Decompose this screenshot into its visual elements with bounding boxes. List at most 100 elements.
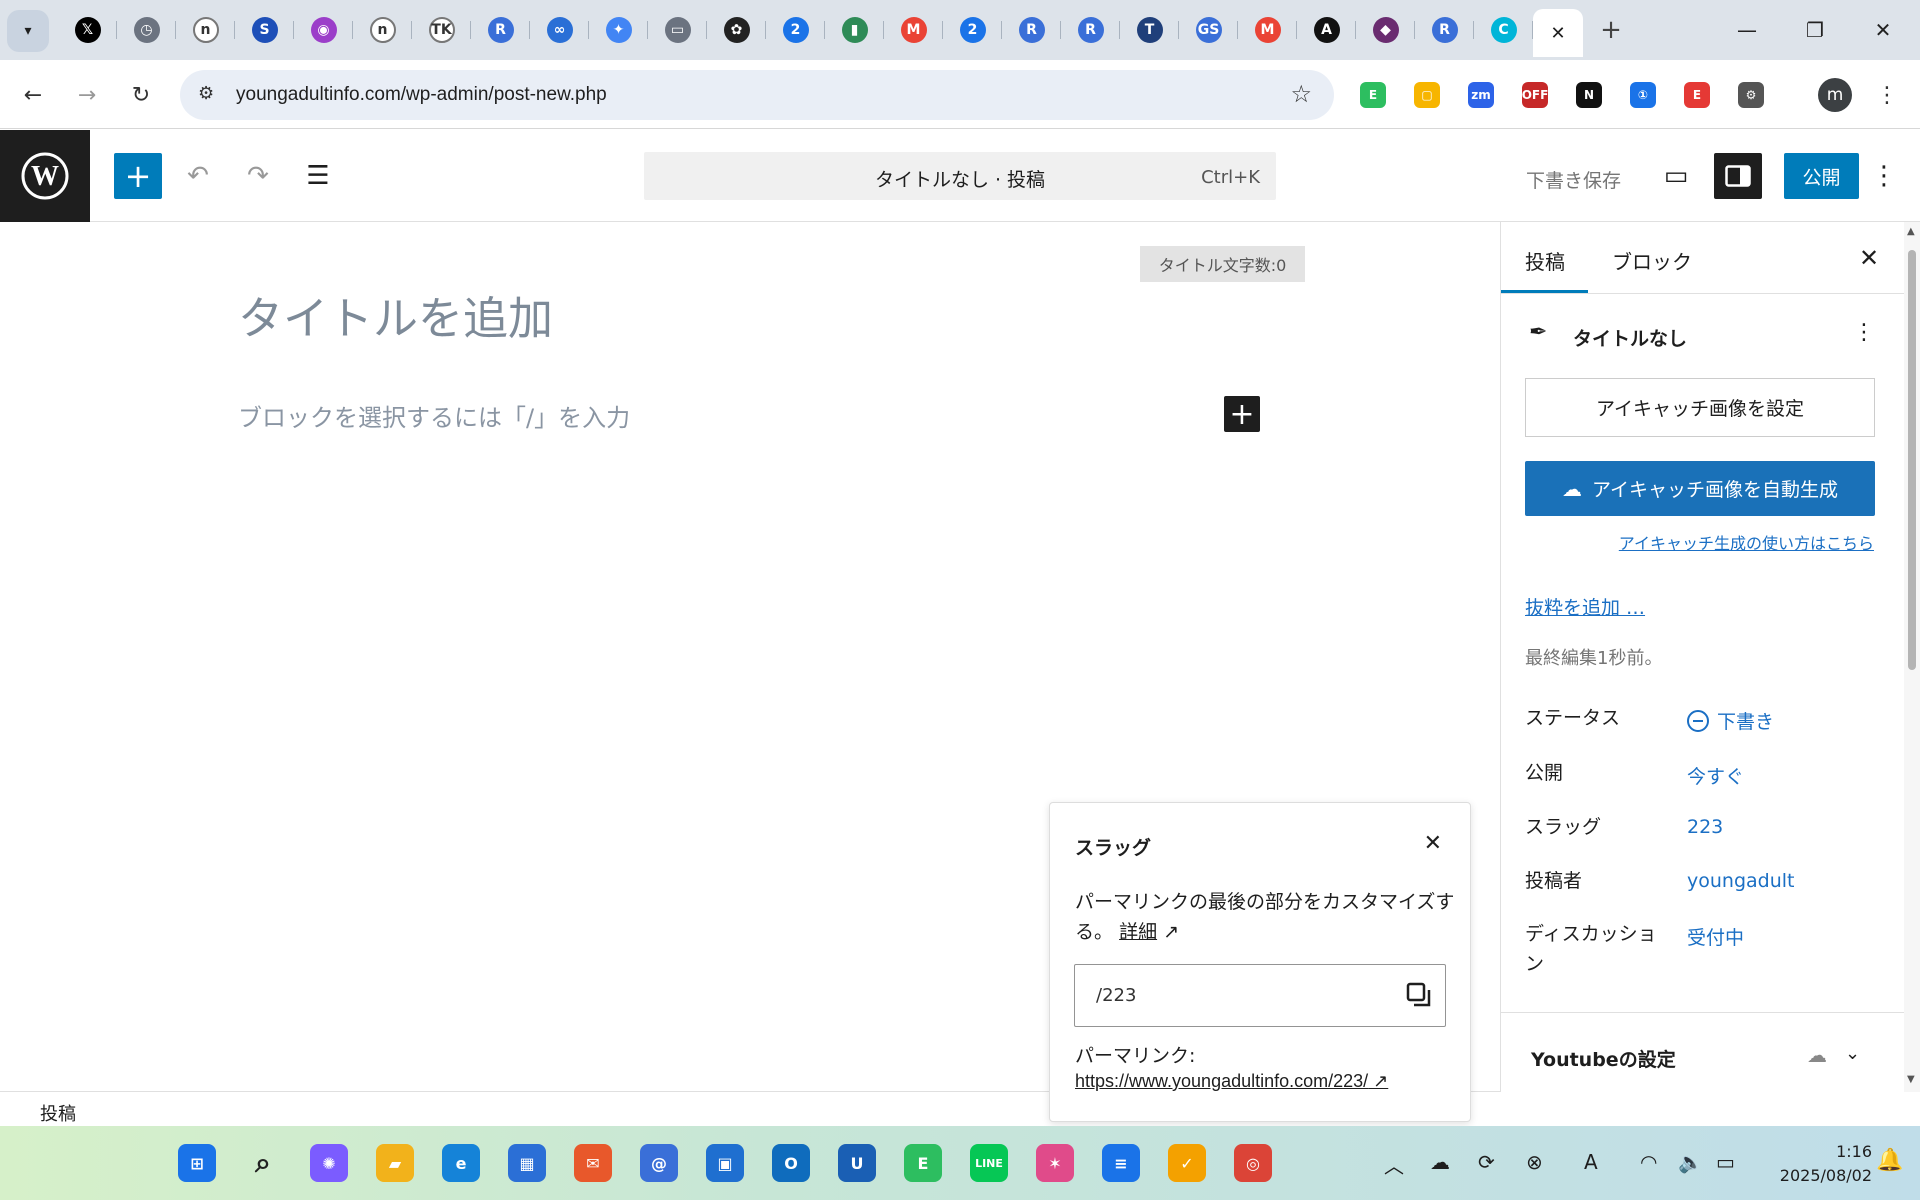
back-icon[interactable]: ← <box>16 78 50 112</box>
settings-sidebar-toggle-icon[interactable] <box>1714 153 1762 199</box>
browser-tab[interactable]: 2 <box>766 9 825 51</box>
browser-tab[interactable]: n <box>353 9 412 51</box>
publish-button[interactable]: 公開 <box>1784 153 1859 199</box>
publish-date-button[interactable]: 今すぐ <box>1687 762 1744 789</box>
browser-tab[interactable]: ✿ <box>707 9 766 51</box>
browser-tab[interactable]: ✦ <box>589 9 648 51</box>
zoom-icon[interactable]: zm <box>1468 82 1494 108</box>
browser-tab[interactable]: M <box>1238 9 1297 51</box>
check-icon[interactable]: ✓ <box>1168 1144 1206 1182</box>
volume-icon[interactable]: 🔈 <box>1678 1150 1703 1174</box>
browser-tab[interactable]: ◉ <box>294 9 353 51</box>
close-icon[interactable]: ✕ <box>1424 831 1442 856</box>
wifi-icon[interactable]: ◠ <box>1640 1150 1657 1174</box>
notepad-icon[interactable]: ≡ <box>1102 1144 1140 1182</box>
youtube-settings-panel[interactable]: Youtubeの設定 ☁ ⌄ <box>1501 1012 1905 1092</box>
browser-tab[interactable]: n <box>176 9 235 51</box>
tab-block[interactable]: ブロック <box>1612 246 1692 275</box>
notion-icon[interactable]: N <box>1576 82 1602 108</box>
auto-generate-image-button[interactable]: ☁ アイキャッチ画像を自動生成 <box>1525 461 1875 516</box>
options-menu-icon[interactable]: ⋮ <box>1862 154 1906 198</box>
browser-tab[interactable]: R <box>1415 9 1474 51</box>
browser-tab[interactable]: 𝕏 <box>58 9 117 51</box>
scroll-down-icon[interactable]: ▼ <box>1907 1074 1915 1085</box>
new-tab-button[interactable]: + <box>1593 12 1629 48</box>
tab-post[interactable]: 投稿 <box>1525 246 1565 275</box>
breadcrumb[interactable]: 投稿 <box>40 1100 76 1126</box>
details-link[interactable]: 詳細 <box>1119 921 1157 943</box>
browser-tab[interactable]: ◆ <box>1356 9 1415 51</box>
active-tab[interactable]: ✕ <box>1533 9 1583 57</box>
mail-at-icon[interactable]: @ <box>640 1144 678 1182</box>
x-circle-icon[interactable]: ⊗ <box>1526 1150 1543 1174</box>
set-featured-image-button[interactable]: アイキャッチ画像を設定 <box>1525 378 1875 437</box>
slug-button[interactable]: 223 <box>1687 816 1723 838</box>
add-block-button[interactable]: + <box>114 153 162 199</box>
slug-input-value[interactable]: /223 <box>1096 985 1136 1006</box>
notification-icon[interactable]: 🔔 <box>1876 1148 1903 1173</box>
browser-tab[interactable]: ∞ <box>530 9 589 51</box>
sidebar-scrollbar[interactable]: ▲ ▼ <box>1904 222 1920 1092</box>
u-app-icon[interactable]: U <box>838 1144 876 1182</box>
discussion-button[interactable]: 受付中 <box>1687 923 1744 950</box>
evernote-icon[interactable]: E <box>1360 82 1386 108</box>
copy-icon[interactable] <box>1405 981 1435 1011</box>
restore-icon[interactable]: ❐ <box>1793 10 1837 50</box>
chevron-up-icon[interactable]: ︿ <box>1384 1150 1404 1179</box>
browser-tab[interactable]: R <box>1002 9 1061 51</box>
forward-icon[interactable]: → <box>70 78 104 112</box>
inline-add-block-button[interactable]: + <box>1224 396 1260 432</box>
browser-tab[interactable]: R <box>471 9 530 51</box>
file-explorer-icon[interactable]: ▰ <box>376 1144 414 1182</box>
browser-tab[interactable]: ▭ <box>648 9 707 51</box>
scroll-up-icon[interactable]: ▲ <box>1907 226 1915 237</box>
copilot-icon[interactable]: ✺ <box>310 1144 348 1182</box>
outlook-icon[interactable]: O <box>772 1144 810 1182</box>
puzzle-icon[interactable]: ⚙ <box>1738 82 1764 108</box>
status-text[interactable]: 下書き <box>1717 711 1774 733</box>
undo-icon[interactable]: ↶ <box>176 154 220 198</box>
save-draft-button[interactable]: 下書き保存 <box>1526 166 1621 193</box>
block-placeholder[interactable]: ブロックを選択するには「/」を入力 <box>238 398 630 433</box>
browser-tab[interactable]: 2 <box>943 9 1002 51</box>
browser-tab[interactable]: C <box>1474 9 1533 51</box>
wordpress-logo-icon[interactable]: W <box>0 130 90 222</box>
search-icon[interactable]: ⌕ <box>244 1144 282 1182</box>
scrollbar-thumb[interactable] <box>1908 250 1916 670</box>
onepassword-icon[interactable]: ① <box>1630 82 1656 108</box>
close-sidebar-icon[interactable]: ✕ <box>1859 244 1879 272</box>
pinwheel-icon[interactable]: ✶ <box>1036 1144 1074 1182</box>
browser-tab[interactable]: ▮ <box>825 9 884 51</box>
browser-tab[interactable]: A <box>1297 9 1356 51</box>
chevron-down-icon[interactable]: ⌄ <box>1845 1043 1860 1064</box>
browser-tab[interactable]: TK <box>412 9 471 51</box>
clock[interactable]: 1:16 2025/08/02 <box>1762 1140 1872 1188</box>
post-title-input[interactable]: タイトルを追加 <box>238 282 553 347</box>
a-font-icon[interactable]: A <box>1584 1150 1598 1174</box>
url-text[interactable]: youngadultinfo.com/wp-admin/post-new.php <box>236 84 607 106</box>
close-tab-icon[interactable]: ✕ <box>1550 23 1565 44</box>
author-button[interactable]: youngadult <box>1687 870 1795 892</box>
tab-search-chevron-icon[interactable]: ▾ <box>7 10 49 52</box>
status-value[interactable]: 下書き <box>1687 707 1774 734</box>
permalink-url[interactable]: https://www.youngadultinfo.com/223/ <box>1075 1071 1368 1091</box>
windows-start-icon[interactable]: ⊞ <box>178 1144 216 1182</box>
evernote-icon[interactable]: E <box>904 1144 942 1182</box>
howto-link[interactable]: アイキャッチ生成の使い方はこちら <box>1619 530 1874 554</box>
window-close-icon[interactable]: ✕ <box>1861 10 1905 50</box>
profile-avatar[interactable]: m <box>1818 78 1852 112</box>
slug-input[interactable]: /223 <box>1074 964 1446 1027</box>
reload-icon[interactable]: ↻ <box>124 78 158 112</box>
photo-icon[interactable]: ▣ <box>706 1144 744 1182</box>
sync-icon[interactable]: ⟳ <box>1478 1150 1495 1174</box>
line-icon[interactable]: LINE <box>970 1144 1008 1182</box>
add-excerpt-link[interactable]: 抜粋を追加 … <box>1525 593 1645 620</box>
e-icon[interactable]: E <box>1684 82 1710 108</box>
keep-icon[interactable]: ▢ <box>1414 82 1440 108</box>
permalink-link[interactable]: https://www.youngadultinfo.com/223/ ↗ <box>1075 1071 1388 1092</box>
site-info-icon[interactable]: ⚙ <box>198 83 214 104</box>
onedrive-icon[interactable]: ☁ <box>1430 1150 1450 1174</box>
bookmark-star-icon[interactable]: ☆ <box>1290 80 1312 108</box>
browser-tab[interactable]: T <box>1120 9 1179 51</box>
address-bar[interactable]: ⚙ youngadultinfo.com/wp-admin/post-new.p… <box>180 70 1334 120</box>
